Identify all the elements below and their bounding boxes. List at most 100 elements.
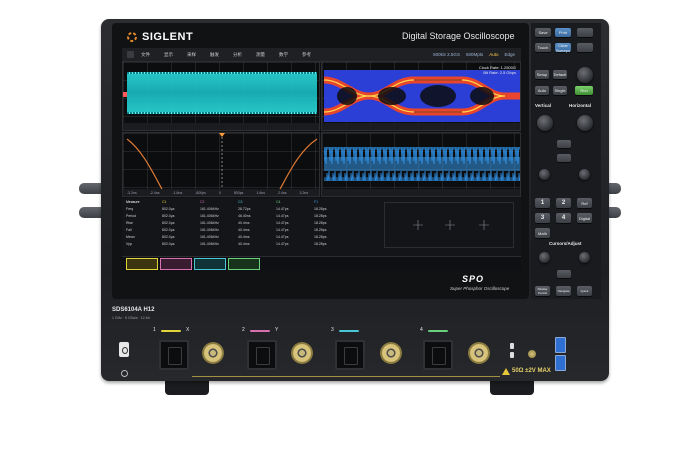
- probe-compensation-terminal[interactable]: [528, 350, 536, 358]
- vertical-scale-knob[interactable]: [537, 115, 553, 131]
- pane-axis-bar: [322, 123, 520, 130]
- cyan-waveform-band: [127, 73, 317, 113]
- navigate-button[interactable]: Navigate: [556, 286, 571, 296]
- channel-4-bnc-input[interactable]: [468, 342, 490, 364]
- utility-button[interactable]: [577, 43, 593, 52]
- table-cell: 18.28ps: [314, 235, 327, 239]
- table-cell: 46.40ns: [238, 214, 251, 218]
- ref-button[interactable]: Ref: [577, 198, 592, 208]
- table-cell: 802.0μs: [162, 235, 175, 239]
- cyan-waveform-top: [127, 72, 317, 74]
- search-button[interactable]: [557, 154, 571, 162]
- aux-port-top[interactable]: [510, 343, 514, 349]
- channel-3-bnc-input[interactable]: [380, 342, 402, 364]
- channel-2-axis: Y: [275, 327, 279, 333]
- channel-chip-c3[interactable]: [194, 258, 226, 270]
- time-tick: -3.2ns: [127, 190, 137, 195]
- toolbar-item[interactable]: 文件: [134, 52, 157, 58]
- status-memory: 500Mpts: [465, 52, 484, 57]
- channel-1-label: 1: [153, 327, 156, 333]
- table-cell: 40.4ms: [238, 242, 250, 246]
- table-cell: 161.4064Hz: [200, 207, 219, 211]
- table-cell: 40.4ms: [238, 228, 250, 232]
- time-tick: 2.4ns: [277, 190, 287, 195]
- cursor-knob-right[interactable]: [579, 252, 590, 263]
- trigger-marker-icon[interactable]: [219, 133, 225, 137]
- channel-3-probe-interface[interactable]: [335, 340, 365, 370]
- spo-subtitle: Super Phosphor Oscilloscope: [450, 286, 510, 291]
- usb-port-bottom[interactable]: [555, 355, 566, 371]
- roll-button[interactable]: [557, 140, 571, 148]
- channel-1-bnc-input[interactable]: [202, 342, 224, 364]
- col-header: C4: [276, 200, 281, 204]
- single-button[interactable]: Single: [553, 86, 567, 95]
- toolbar-item[interactable]: 测量: [249, 52, 272, 58]
- trigger-level-knob[interactable]: [577, 67, 593, 83]
- channel-1-axis: X: [186, 327, 190, 333]
- setup-button[interactable]: Setup: [535, 70, 549, 79]
- histogram-area: [384, 202, 514, 248]
- table-row: Mean 802.0μs 161.4064Hz 40.4ms 14.47ps 1…: [122, 235, 362, 240]
- table-cell: Vpp: [126, 242, 133, 246]
- horizontal-position-knob[interactable]: [579, 169, 590, 180]
- model-spec: 1 GHz · 5 GSa/s · 12-bit: [112, 316, 150, 320]
- vertical-position-knob[interactable]: [539, 169, 550, 180]
- channel-1-probe-interface[interactable]: [159, 340, 189, 370]
- power-button[interactable]: [119, 342, 129, 357]
- cursors-button[interactable]: [557, 270, 571, 278]
- toolbar-item[interactable]: 显示: [157, 52, 180, 58]
- siglent-logo: SIGLENT: [126, 30, 193, 44]
- toolbar-item[interactable]: 分析: [226, 52, 249, 58]
- default-button[interactable]: Default: [553, 70, 567, 79]
- right-foot: [490, 381, 534, 395]
- time-tick: 0: [218, 190, 221, 195]
- digital-button[interactable]: Digital: [577, 213, 592, 223]
- toolbar-item[interactable]: 数学: [272, 52, 295, 58]
- usb-port-top[interactable]: [555, 337, 566, 353]
- acquisition-status: 500kS 2.5GS 500Mpts Auto Edge: [433, 52, 521, 57]
- pane-axis-bar: [322, 189, 520, 196]
- clear-sweeps-button[interactable]: Clear Sweeps: [555, 43, 571, 53]
- toolbar-item[interactable]: 触发: [203, 52, 226, 58]
- quick-button[interactable]: Quick: [577, 286, 592, 296]
- auto-button[interactable]: Auto: [535, 86, 549, 95]
- run-stop-button[interactable]: Run: [575, 86, 593, 95]
- channel-2-button[interactable]: 2: [556, 198, 571, 208]
- channel-chip-c1[interactable]: [126, 258, 158, 270]
- table-cell: 18.28ps: [314, 242, 327, 246]
- aux-port-bottom[interactable]: [510, 352, 514, 358]
- waveform-pane-bottom-left[interactable]: -3.2ns -2.4ns -1.6ns -800ps 0 800ps 1.6n…: [122, 132, 320, 197]
- save-button[interactable]: Save: [535, 28, 551, 37]
- channel-2-probe-interface[interactable]: [247, 340, 277, 370]
- math-button[interactable]: Math: [535, 228, 550, 238]
- table-cell: 161.4064Hz: [200, 221, 219, 225]
- menu-icon[interactable]: [127, 51, 134, 58]
- display-persist-button[interactable]: Display Persist: [535, 286, 550, 296]
- channel-4-button[interactable]: 4: [556, 213, 571, 223]
- touch-screen[interactable]: 文件 显示 采样 触发 分析 测量 数学 参考 500kS 2.5GS 500M…: [122, 48, 521, 271]
- channel-2-bnc-input[interactable]: [291, 342, 313, 364]
- channel-chip-c4[interactable]: [228, 258, 260, 270]
- cursor-knob-left[interactable]: [539, 252, 550, 263]
- channel-1-button[interactable]: 1: [535, 198, 550, 208]
- table-cell: 161.4064Hz: [200, 214, 219, 218]
- input-rail-line: [192, 376, 500, 377]
- channel-chip-c2[interactable]: [160, 258, 192, 270]
- print-button[interactable]: Print: [555, 28, 571, 37]
- cursors-adjust-label: Cursors/Adjust: [549, 241, 582, 246]
- touch-button[interactable]: Touch: [535, 43, 551, 52]
- toolbar-item[interactable]: 参考: [295, 52, 318, 58]
- blue-noise-waveform: [324, 147, 520, 181]
- toolbar-item[interactable]: 采样: [180, 52, 203, 58]
- channel-4-probe-interface[interactable]: [423, 340, 453, 370]
- measurement-table[interactable]: Measure C1 C2 C3 C4 F1 Freq 802.0μs 161.…: [122, 198, 521, 271]
- channel-4-label: 4: [420, 327, 423, 333]
- channel-3-button[interactable]: 3: [535, 213, 550, 223]
- trigger-button[interactable]: [577, 28, 593, 37]
- waveform-pane-bottom-right[interactable]: [321, 132, 521, 197]
- channel-marker: [123, 92, 127, 97]
- table-cell: 802.0μs: [162, 214, 175, 218]
- horizontal-scale-knob[interactable]: [577, 115, 593, 131]
- waveform-pane-top-left[interactable]: [122, 61, 320, 131]
- eye-diagram-pane[interactable]: Clock Rate: 1.2500G Bit Rate: 2.5 Gbps: [321, 61, 521, 131]
